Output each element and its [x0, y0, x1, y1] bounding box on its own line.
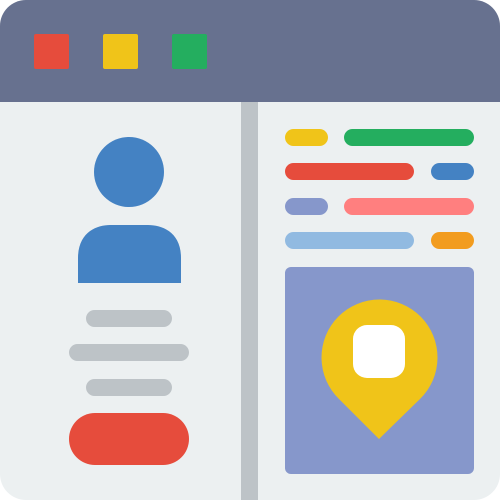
profile-detail-line — [69, 344, 189, 361]
detail-value-bar — [285, 232, 414, 249]
detail-tag — [285, 198, 328, 215]
detail-tag — [285, 129, 328, 146]
panel-divider[interactable] — [241, 102, 258, 500]
profile-subtitle-line — [86, 379, 172, 396]
avatar-body — [78, 225, 181, 283]
app-window — [0, 0, 500, 500]
detail-value-bar — [344, 129, 474, 146]
map-pin-icon — [321, 299, 438, 439]
detail-value-bar — [285, 163, 414, 180]
map-card[interactable] — [285, 267, 474, 474]
map-pin-center — [353, 325, 405, 378]
detail-value-bar — [344, 198, 474, 215]
detail-tag — [431, 163, 474, 180]
profile-name-line — [86, 310, 172, 327]
profile-action-button[interactable] — [69, 413, 189, 465]
avatar-head — [94, 137, 164, 207]
detail-tag — [431, 232, 474, 249]
